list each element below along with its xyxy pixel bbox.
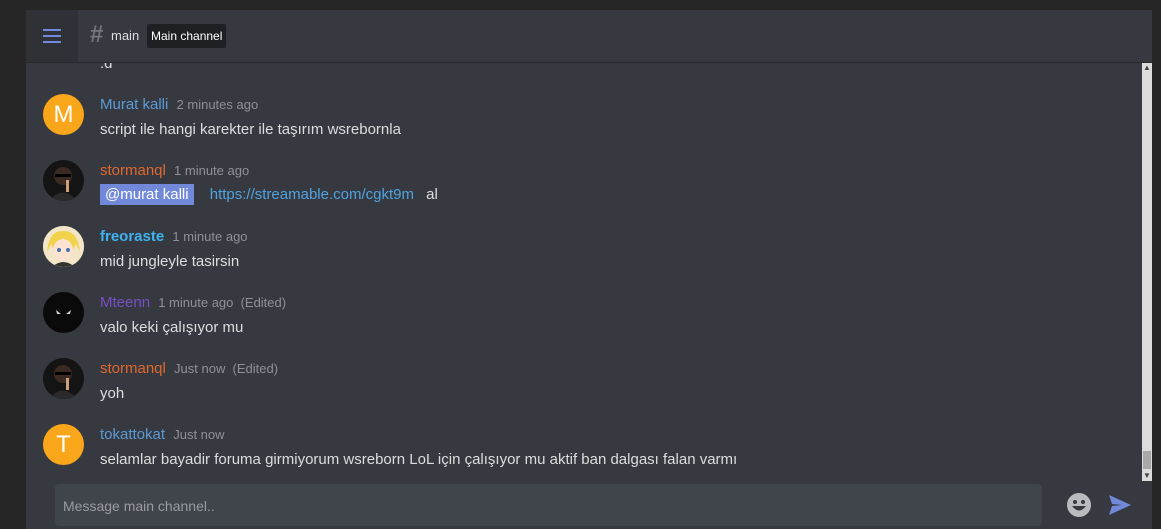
message-body: selamlar bayadir foruma girmiyorum wsreb… [100, 451, 738, 468]
timestamp: Just now [174, 361, 226, 376]
scroll-down-icon[interactable]: ▼ [1142, 471, 1152, 481]
message-list: .d M Murat kalli 2 minutes ago script il… [26, 63, 1142, 481]
avatar[interactable]: M [43, 94, 84, 135]
message-item: stormanql 1 minute ago @murat kalli http… [26, 160, 1142, 226]
message-item: stormanql Just now (Edited) yoh [26, 358, 1142, 424]
channel-description: Main channel [147, 24, 227, 48]
timestamp: 1 minute ago [172, 229, 248, 244]
scroll-up-icon[interactable]: ▲ [1142, 63, 1152, 73]
message-meta: Mteenn 1 minute ago (Edited) [100, 294, 286, 311]
message-meta: freoraste 1 minute ago [100, 228, 248, 245]
avatar-image [49, 365, 77, 399]
timestamp: 1 minute ago [174, 163, 250, 178]
scroll-thumb[interactable] [1143, 451, 1151, 469]
timestamp: 1 minute ago [158, 295, 234, 310]
edited-label: (Edited) [232, 361, 279, 376]
message-scrollbar[interactable]: ▲ ▼ [1142, 63, 1152, 481]
message-body: script ile hangi karekter ile taşırım ws… [100, 121, 401, 138]
message-body: yoh [100, 385, 125, 402]
message-fragment: .d [100, 63, 113, 72]
author-name[interactable]: Mteenn [100, 294, 150, 311]
author-name[interactable]: tokattokat [100, 426, 165, 443]
message-item: M Murat kalli 2 minutes ago script ile h… [26, 94, 1142, 160]
hamburger-icon [43, 29, 61, 31]
message-item: T tokattokat Just now selamlar bayadir f… [26, 424, 1142, 481]
avatar[interactable] [43, 226, 84, 267]
message-meta: stormanql 1 minute ago [100, 162, 249, 179]
message-body: mid jungleyle tasirsin [100, 253, 240, 270]
message-trailing-text: al [426, 186, 438, 203]
emoji-icon [1067, 493, 1091, 517]
message-meta: stormanql Just now (Edited) [100, 360, 278, 377]
message-body: @murat kalli https://streamable.com/cgkt… [100, 184, 438, 205]
avatar-image [49, 167, 77, 201]
channel-header: # main Main channel [26, 10, 1152, 63]
send-icon [1109, 495, 1131, 515]
emoji-button[interactable] [1066, 492, 1092, 518]
avatar[interactable] [43, 160, 84, 201]
author-name[interactable]: stormanql [100, 162, 166, 179]
channel-name: main [111, 28, 140, 43]
author-name[interactable]: stormanql [100, 360, 166, 377]
avatar[interactable] [43, 292, 84, 333]
author-name[interactable]: freoraste [100, 228, 164, 245]
avatar-image [43, 226, 84, 267]
avatar-image [56, 310, 71, 314]
message-body: valo keki çalışıyor mu [100, 319, 244, 336]
menu-button[interactable] [26, 10, 78, 62]
message-input[interactable] [61, 484, 1025, 528]
user-mention[interactable]: @murat kalli [100, 184, 194, 205]
message-composer [55, 484, 1042, 528]
send-button[interactable] [1108, 493, 1132, 517]
author-name[interactable]: Murat kalli [100, 96, 168, 113]
message-item: Mteenn 1 minute ago (Edited) valo keki ç… [26, 292, 1142, 358]
chat-app: # main Main channel .d M Murat kalli 2 m… [26, 10, 1152, 529]
message-meta: Murat kalli 2 minutes ago [100, 96, 258, 113]
avatar[interactable]: T [43, 424, 84, 465]
hash-icon: # [90, 21, 104, 48]
edited-label: (Edited) [240, 295, 287, 310]
avatar[interactable] [43, 358, 84, 399]
message-link[interactable]: https://streamable.com/cgkt9m [210, 186, 414, 203]
timestamp: Just now [173, 427, 225, 442]
message-item: freoraste 1 minute ago mid jungleyle tas… [26, 226, 1142, 292]
message-meta: tokattokat Just now [100, 426, 225, 443]
timestamp: 2 minutes ago [176, 97, 259, 112]
